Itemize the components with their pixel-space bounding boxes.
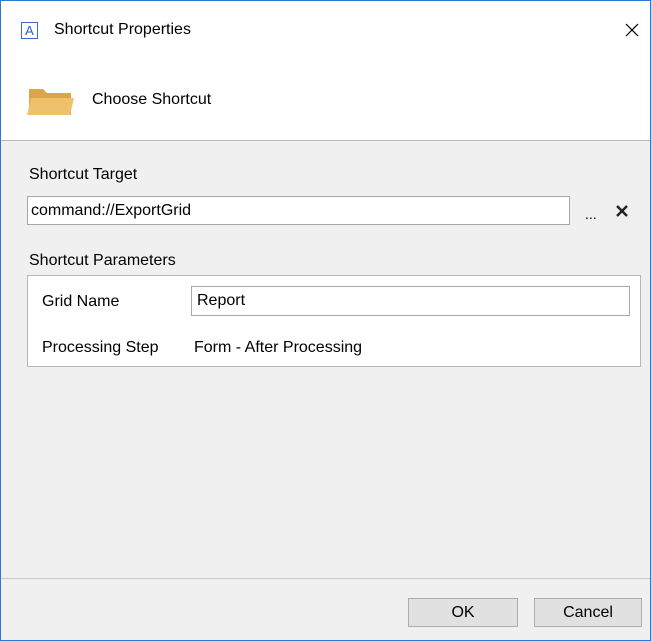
app-icon: A [21,22,38,39]
clear-x-icon [616,205,628,217]
shortcut-target-input[interactable] [27,196,570,225]
grid-name-label: Grid Name [42,293,120,310]
ok-button[interactable]: OK [408,598,518,627]
header-section: Choose Shortcut [1,61,650,141]
processing-step-value: Form - After Processing [194,339,363,356]
browse-button[interactable]: ... [585,207,597,221]
clear-target-button[interactable] [615,204,629,218]
cancel-button[interactable]: Cancel [534,598,642,627]
folder-icon [27,89,74,115]
header-title: Choose Shortcut [92,91,212,108]
shortcut-target-label: Shortcut Target [29,166,138,183]
window-title: Shortcut Properties [54,21,191,38]
shortcut-properties-dialog: A Shortcut Properties Choose Shortcut Sh… [0,0,651,641]
close-button[interactable] [617,15,647,45]
shortcut-parameters-label: Shortcut Parameters [29,252,176,269]
title-bar: A Shortcut Properties [1,1,650,61]
grid-name-input[interactable] [191,286,630,316]
close-icon [625,23,639,37]
footer: OK Cancel [1,578,650,640]
processing-step-label: Processing Step [42,339,159,356]
